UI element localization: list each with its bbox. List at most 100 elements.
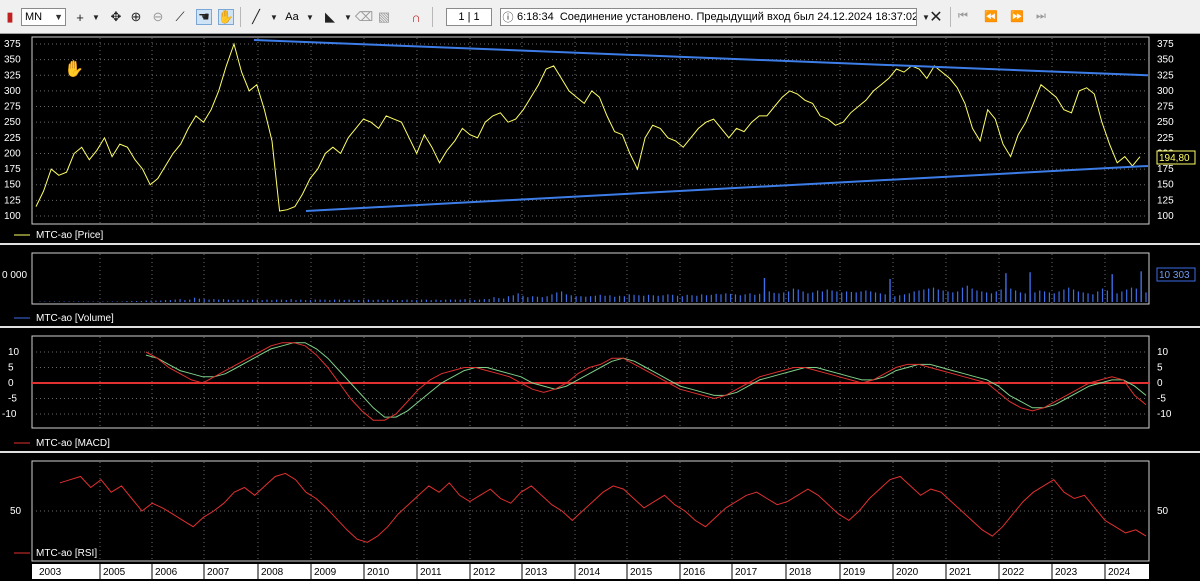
price-y-tick-right: 125 [1157,195,1174,206]
x-axis-label: 2021 [949,567,972,578]
macd-line [145,342,1147,421]
macd-y-tick-right: 10 [1157,347,1169,358]
price-y-tick-right: 175 [1157,164,1174,175]
x-axis-label: 2009 [314,567,337,578]
macd-y-tick-left: 0 [8,378,14,389]
macd-y-tick-left: -5 [8,394,17,405]
x-axis-label: 2018 [789,567,812,578]
upper-trendline [253,39,1149,77]
text-tool-label[interactable]: Aa [284,10,300,24]
price-last-value: 194,80 [1159,153,1190,164]
price-y-tick-left: 150 [4,180,21,191]
x-axis-label: 2015 [630,567,653,578]
previous-page-icon[interactable]: ⏪ [984,10,998,23]
macd-y-tick-left: 5 [8,363,14,374]
macd-y-tick-left: 10 [8,347,20,358]
price-y-tick-left: 250 [4,117,21,128]
crosshair-add-icon[interactable]: + [72,9,88,25]
macd-y-tick-left: -10 [2,409,17,420]
x-axis-label: 2003 [39,567,62,578]
hand-scroll-icon[interactable]: ☚ [196,9,212,25]
price-y-tick-right: 325 [1157,70,1174,81]
magnet-icon[interactable]: ∩ [408,9,424,25]
x-axis-label: 2011 [420,567,442,578]
volume-last-value: 10 303 [1159,270,1190,281]
price-y-tick-right: 225 [1157,133,1174,144]
delete-objects-icon[interactable]: ▧ [376,9,392,25]
x-axis-label: 2022 [1002,567,1025,578]
x-axis-label: 2008 [261,567,284,578]
x-axis-label: 2024 [1108,567,1131,578]
x-axis-label: 2013 [525,567,548,578]
price-y-tick-left: 225 [4,133,21,144]
macd-y-tick-right: -10 [1157,409,1172,420]
x-axis-label: Nov [1149,567,1167,578]
volume-panel-label: MTC-ao [Volume] [36,313,114,324]
hand-cursor-icon: ✋ [64,59,84,78]
timeframe-select[interactable]: MN ▼ [21,8,66,26]
lower-trendline [305,164,1149,212]
price-y-tick-right: 250 [1157,117,1174,128]
volume-y-tick: 0 000 [2,270,27,281]
x-axis-label: 2006 [155,567,178,578]
x-axis-label: 2014 [578,567,601,578]
x-axis-label: 2023 [1055,567,1078,578]
last-page-icon[interactable]: ⏭ [1036,10,1046,23]
price-y-tick-left: 275 [4,102,21,113]
hand-pan-icon[interactable]: ✋ [218,9,234,25]
zoom-out-icon[interactable]: ⊖ [150,9,166,25]
zoom-in-icon[interactable]: ⊕ [128,9,144,25]
info-icon: ⓘ [502,12,514,24]
arrow-tool-icon[interactable]: ◣ [322,9,338,25]
rsi-y-tick-left: 50 [10,506,22,517]
price-y-tick-right: 300 [1157,86,1174,97]
macd-panel-label: MTC-ao [MACD] [36,438,110,449]
price-panel-label: MTC-ao [Price] [36,230,103,241]
price-y-tick-left: 375 [4,39,21,50]
rsi-panel-label: MTC-ao [RSI] [36,548,97,559]
status-bar: 6:18:34 Соединение установлено. Предыдущ… [500,8,917,26]
ruler-icon[interactable]: ⟋ [172,9,188,25]
macd-y-tick-right: 5 [1157,363,1163,374]
chart-area[interactable]: 375 375 350 350 325 325 300 300 275 275 250 250 225 2… [0,34,1200,581]
price-y-tick-left: 350 [4,55,21,66]
rsi-panel[interactable] [31,460,1150,562]
macd-signal-line [145,342,1147,418]
price-y-tick-left: 200 [4,148,21,159]
x-axis-label: 2016 [683,567,706,578]
price-y-tick-right: 350 [1157,55,1174,66]
page-indicator: 1 | 1 [446,8,492,26]
price-y-tick-left: 100 [4,211,21,222]
line-tool-icon[interactable]: ╱ [248,9,264,25]
status-message: Соединение установлено. Предыдущий вход … [559,11,917,23]
first-page-icon[interactable]: ⏮ [958,10,968,23]
status-time: 6:18:34 [517,11,554,23]
x-axis-label: 2012 [473,567,496,578]
chevron-down-icon: ▼ [54,12,63,22]
move-icon[interactable]: ✥ [108,9,124,25]
macd-y-tick-right: 0 [1157,378,1163,389]
price-y-tick-left: 125 [4,195,21,206]
close-icon[interactable]: ✕ [928,9,944,26]
chevron-down-icon[interactable]: ▼ [266,9,282,25]
x-axis-label: 2017 [735,567,758,578]
chevron-down-icon[interactable]: ▼ [88,9,104,25]
rsi-y-tick-right: 50 [1157,506,1169,517]
x-axis-label: 2010 [367,567,390,578]
chart-type-icon[interactable]: ▮ [2,9,18,25]
chevron-down-icon[interactable]: ▼ [302,9,318,25]
next-page-icon[interactable]: ⏩ [1010,10,1024,23]
x-axis-label: 2007 [207,567,230,578]
price-y-tick-right: 275 [1157,102,1174,113]
x-axis-label: 2005 [103,567,126,578]
price-y-tick-right: 375 [1157,39,1174,50]
price-y-tick-left: 300 [4,86,21,97]
chevron-down-icon[interactable]: ▼ [340,9,356,25]
rsi-line [59,472,1147,543]
x-axis-label: 2020 [896,567,919,578]
macd-y-tick-right: -5 [1157,394,1166,405]
timeframe-value: MN [25,11,43,23]
eraser-icon[interactable]: ⌫ [355,9,373,25]
price-y-tick-left: 325 [4,70,21,81]
toolbar: ▮ MN ▼ + ▼ ✥ ⊕ ⊖ ⟋ ☚ ✋ ╱ ▼ Aa ▼ ◣ ▼ ⌫ ▧ … [0,0,1200,34]
